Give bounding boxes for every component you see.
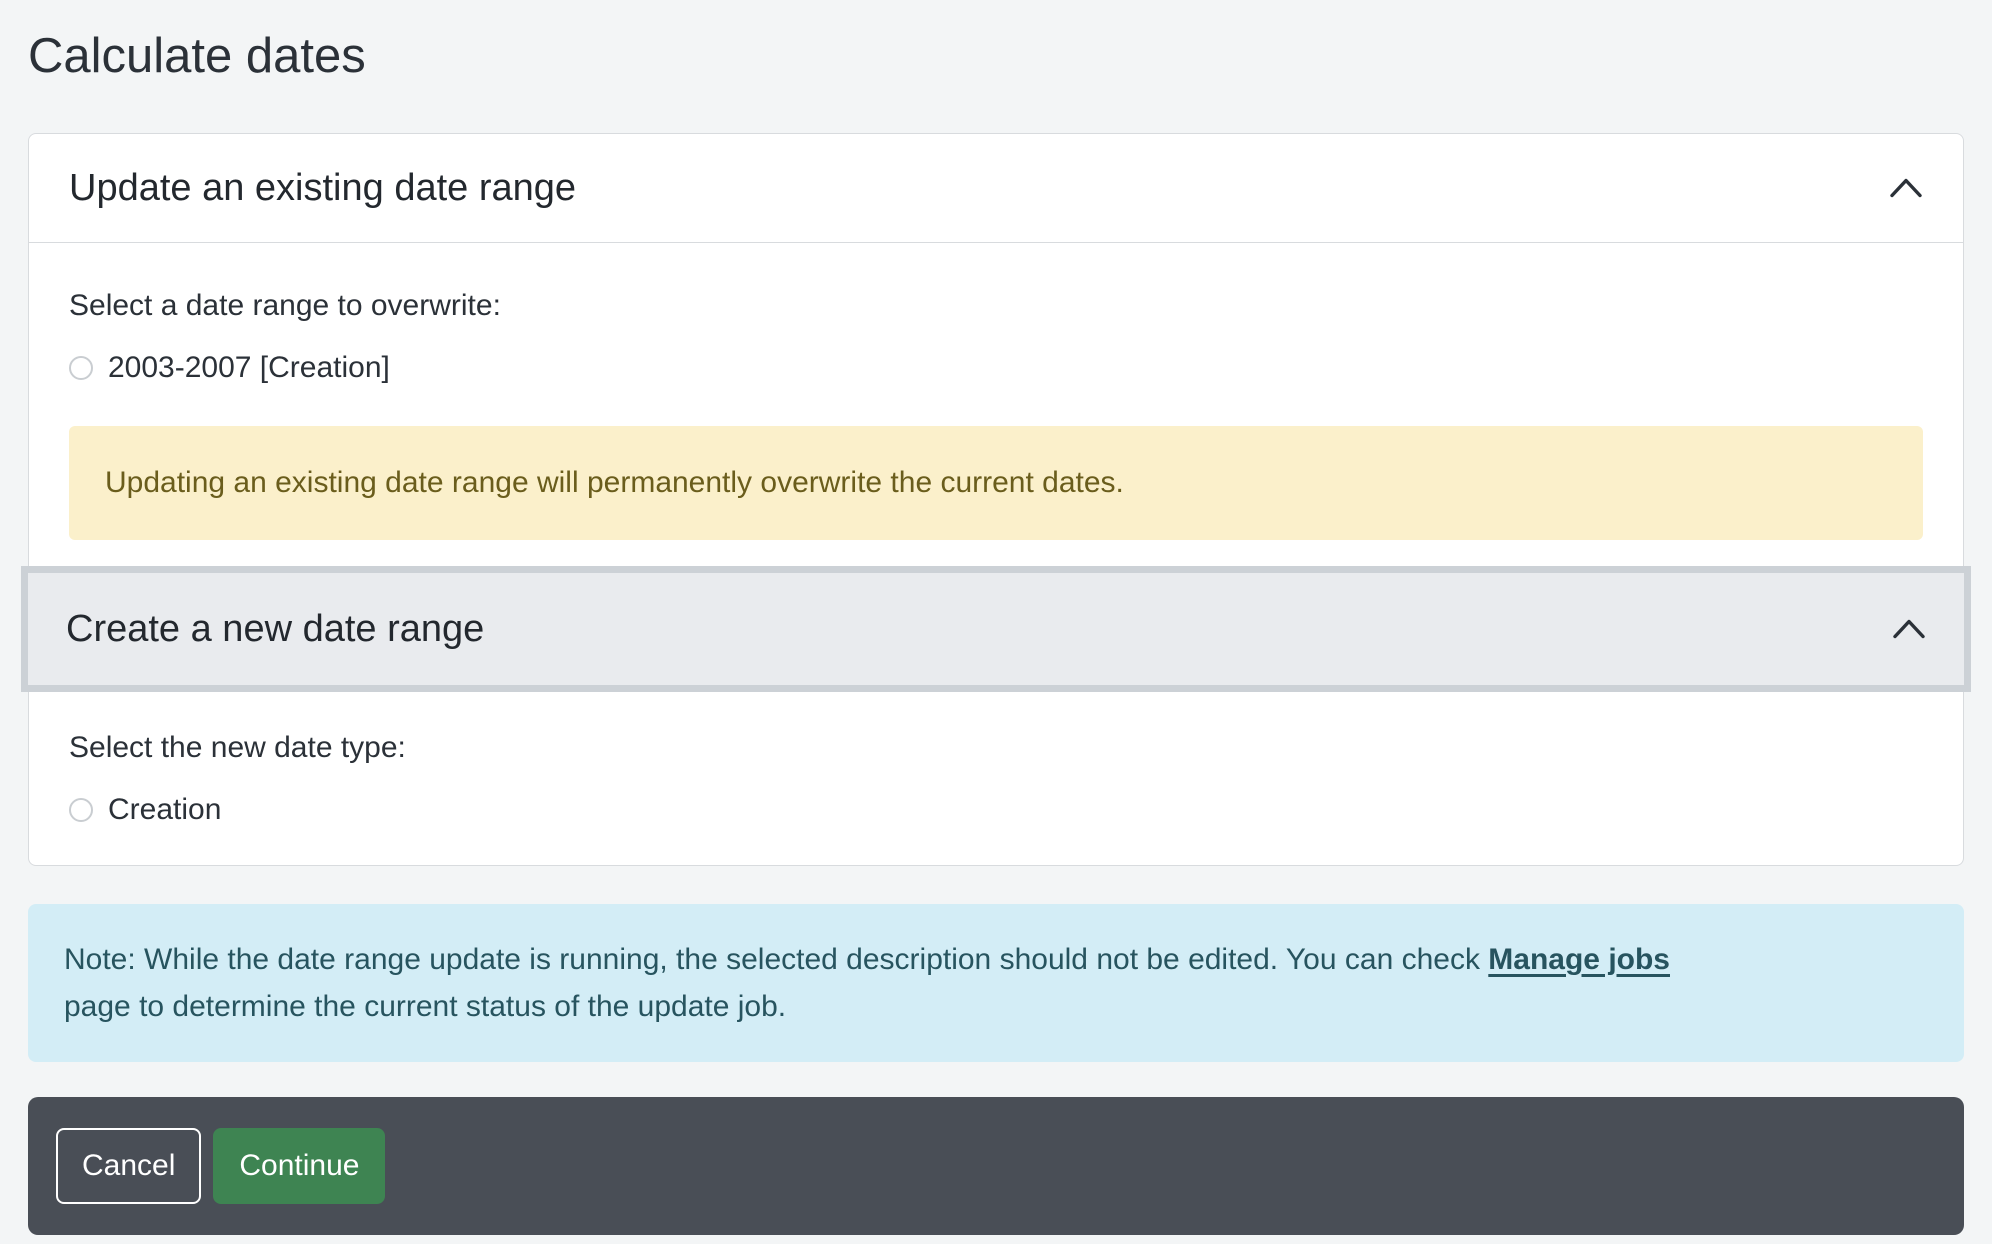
date-range-prompt: Select a date range to overwrite: <box>69 287 1923 325</box>
radio-button-icon[interactable] <box>69 798 93 822</box>
radio-option-label: Creation <box>108 793 221 827</box>
chevron-up-icon <box>1889 177 1923 198</box>
radio-option-creation[interactable]: Creation <box>69 793 1923 827</box>
date-type-prompt: Select the new date type: <box>69 729 1923 767</box>
action-footer: Cancel Continue <box>28 1097 1964 1235</box>
page: Calculate dates Update an existing date … <box>0 0 1992 1244</box>
note-text-before: Note: While the date range update is run… <box>64 943 1488 976</box>
overwrite-warning-banner: Updating an existing date range will per… <box>69 426 1923 540</box>
continue-button[interactable]: Continue <box>213 1128 385 1204</box>
note-text-after: page to determine the current status of … <box>64 990 786 1023</box>
create-new-section-body: Select the new date type: Creation <box>29 692 1963 865</box>
manage-jobs-link[interactable]: Manage jobs <box>1488 943 1670 976</box>
update-existing-section-body: Select a date range to overwrite: 2003-2… <box>29 243 1963 566</box>
accordion-header-update-label: Update an existing date range <box>69 164 576 212</box>
page-title: Calculate dates <box>28 0 1964 89</box>
cancel-button[interactable]: Cancel <box>56 1128 201 1204</box>
radio-option-2003-2007-creation[interactable]: 2003-2007 [Creation] <box>69 351 1923 385</box>
accordion-header-create-label: Create a new date range <box>66 605 484 653</box>
radio-option-label: 2003-2007 [Creation] <box>108 351 390 385</box>
accordion-panel: Update an existing date range Select a d… <box>28 133 1964 866</box>
accordion-header-create-new[interactable]: Create a new date range <box>21 566 1971 692</box>
note-banner: Note: While the date range update is run… <box>28 904 1964 1062</box>
chevron-up-icon <box>1892 618 1926 639</box>
accordion-header-update-existing[interactable]: Update an existing date range <box>29 134 1963 243</box>
overwrite-warning-text: Updating an existing date range will per… <box>105 466 1124 499</box>
radio-button-icon[interactable] <box>69 356 93 380</box>
